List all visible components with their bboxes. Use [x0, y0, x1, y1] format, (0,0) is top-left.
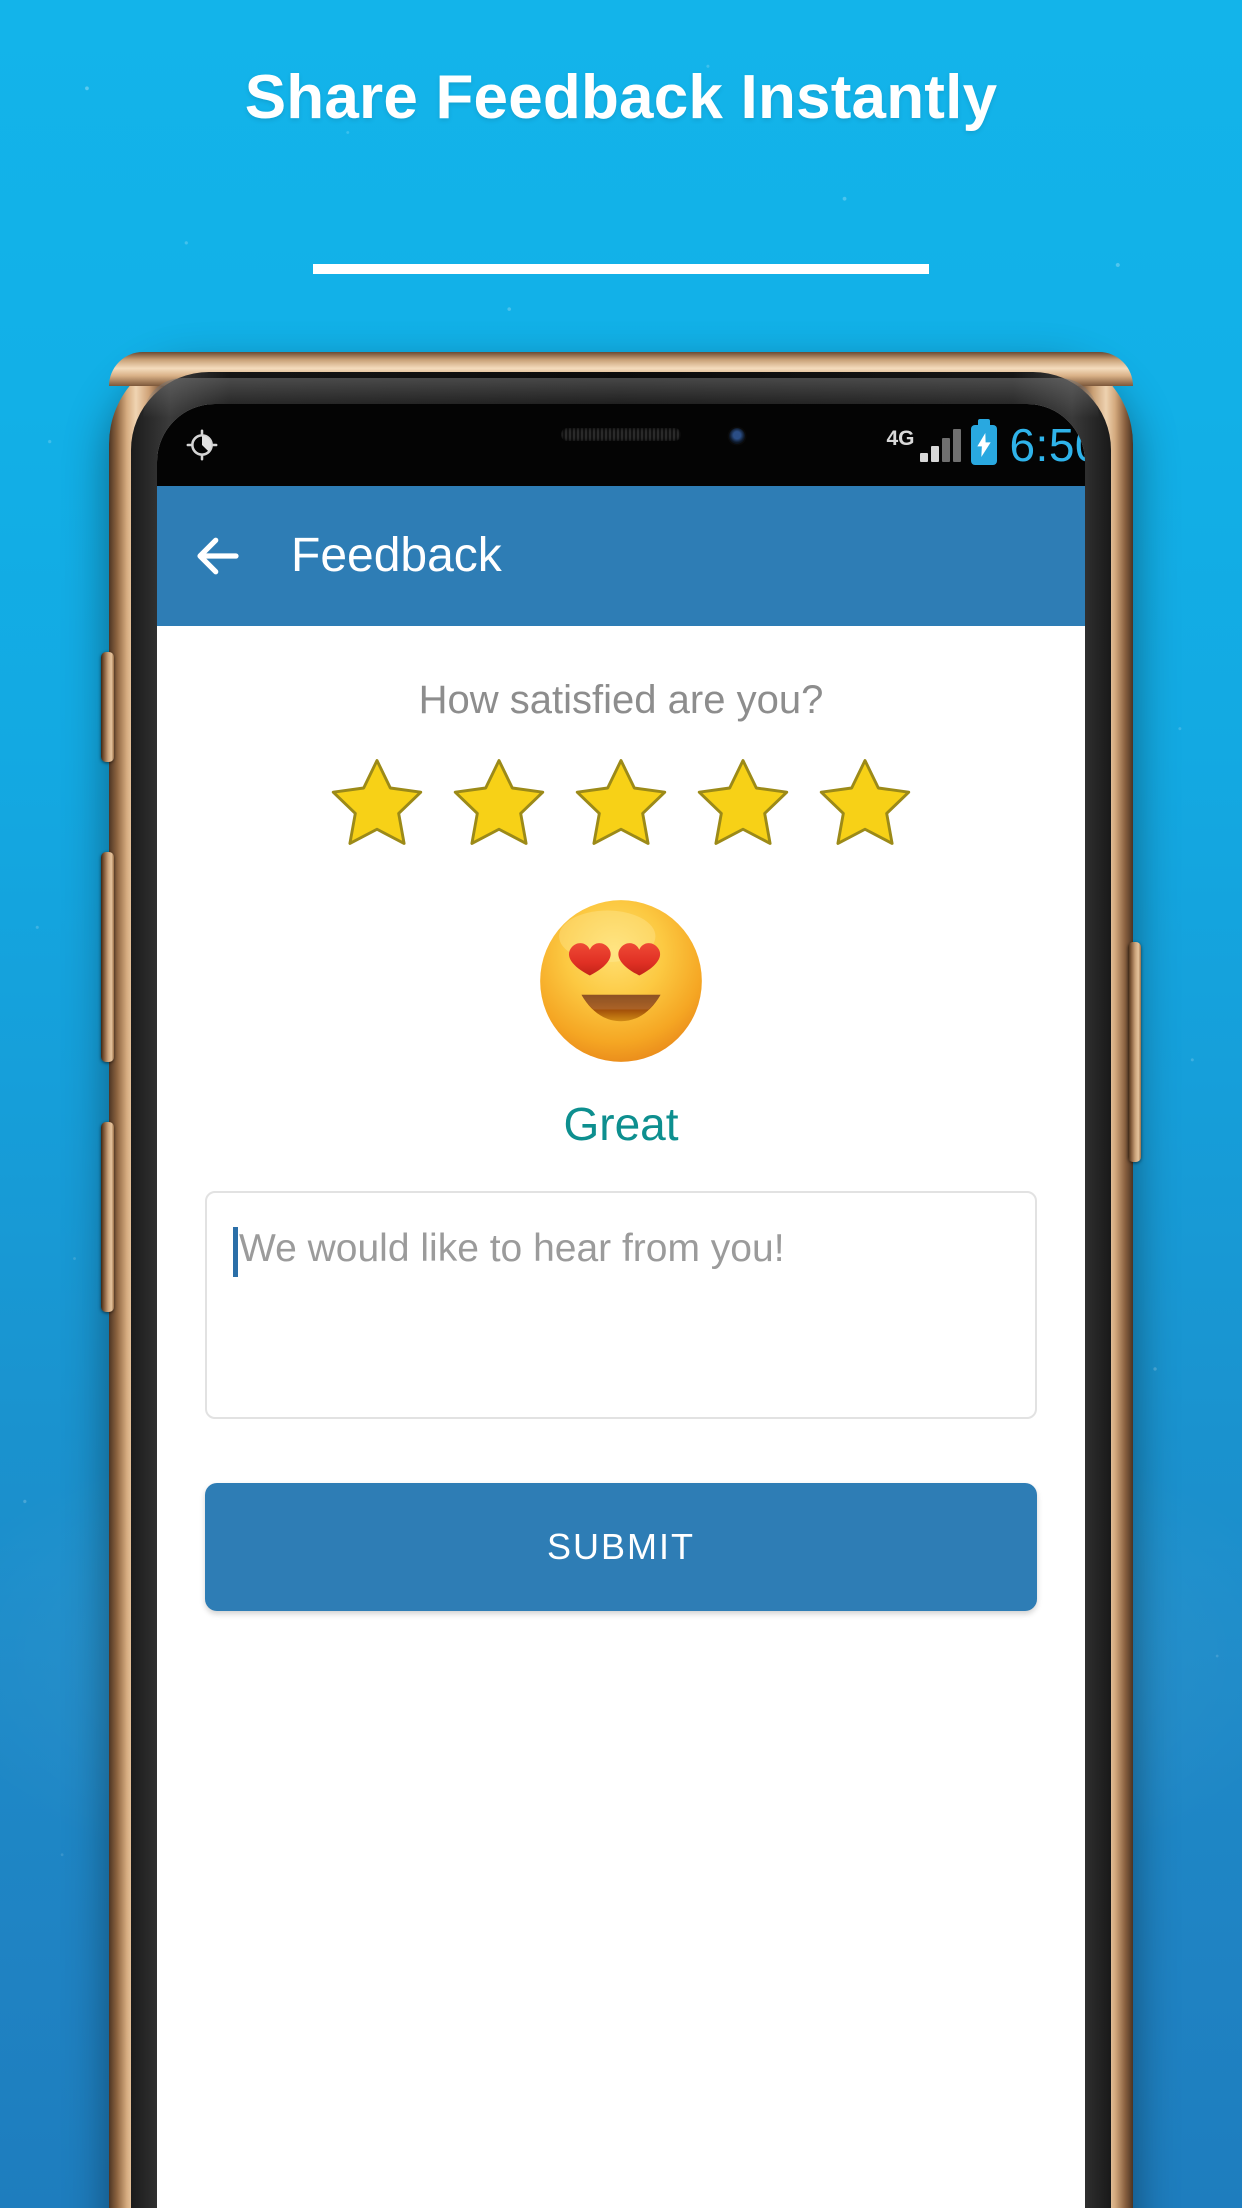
- star-icon[interactable]: [571, 753, 671, 853]
- star-icon[interactable]: [327, 753, 427, 853]
- text-caret: [233, 1227, 238, 1277]
- app-bar: Feedback: [157, 486, 1085, 626]
- status-bar-right-icons: 4G 6:50: [886, 422, 1085, 468]
- back-arrow-icon[interactable]: [191, 529, 245, 583]
- battery-charging-icon: [971, 425, 998, 465]
- star-rating[interactable]: [157, 753, 1085, 853]
- bixby-button[interactable]: [101, 1122, 114, 1312]
- status-bar-left-icons: [185, 428, 219, 462]
- charging-bolt-icon: [977, 433, 992, 457]
- earpiece-speaker: [561, 428, 681, 441]
- volume-down-button[interactable]: [101, 852, 114, 1062]
- star-icon[interactable]: [449, 753, 549, 853]
- android-status-bar: 4G 6:50: [157, 404, 1085, 486]
- app-bar-title: Feedback: [291, 529, 502, 582]
- volume-up-button[interactable]: [101, 652, 114, 762]
- front-camera: [729, 428, 745, 444]
- promo-screenshot: Share Feedback Instantly 4G 6:5 Feedback…: [0, 0, 1242, 2208]
- location-icon: [186, 429, 218, 461]
- star-icon[interactable]: [815, 753, 915, 853]
- star-icon[interactable]: [693, 753, 793, 853]
- submit-button[interactable]: SUBMIT: [205, 1483, 1037, 1611]
- feedback-form: How satisfied are you? Great We would li…: [157, 626, 1085, 2208]
- promo-divider-rule: [313, 264, 929, 274]
- satisfaction-question: How satisfied are you?: [418, 678, 824, 722]
- smiling-face-with-heart-eyes-emoji: [540, 900, 702, 1062]
- phone-device: 4G 6:50 Fe: [101, 352, 1141, 2208]
- comment-placeholder: We would like to hear from you!: [239, 1227, 785, 1270]
- mood-emoji-wrap: [157, 895, 1085, 1067]
- signal-bars-icon: [920, 428, 962, 462]
- promo-title: Share Feedback Instantly: [244, 63, 998, 132]
- phone-screen: 4G 6:50 Fe: [157, 404, 1085, 2208]
- network-type-label: 4G: [886, 427, 915, 450]
- mood-label: Great: [563, 1098, 679, 1150]
- power-button[interactable]: [1128, 942, 1141, 1162]
- status-bar-clock: 6:50: [1009, 419, 1085, 471]
- comment-input[interactable]: We would like to hear from you!: [205, 1191, 1037, 1419]
